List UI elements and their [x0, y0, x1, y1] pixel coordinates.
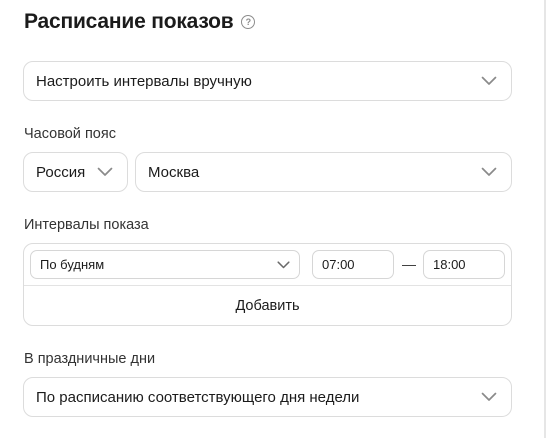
- chevron-down-icon: [481, 392, 497, 402]
- page-title: Расписание показов: [24, 10, 234, 33]
- time-separator: —: [402, 256, 416, 272]
- holidays-label: В праздничные дни: [24, 351, 156, 367]
- chevron-down-icon: [97, 167, 113, 177]
- days-select[interactable]: По будням: [30, 250, 300, 279]
- chevron-down-icon: [277, 260, 290, 269]
- schedule-mode-select[interactable]: Настроить интервалы вручную: [23, 61, 512, 101]
- title-row: Расписание показов ?: [24, 10, 256, 34]
- holidays-select[interactable]: По расписанию соответствующего дня недел…: [23, 377, 512, 417]
- chevron-down-icon: [481, 167, 497, 177]
- intervals-box: По будням 07:00 — 18:00 Добавить: [23, 243, 512, 326]
- add-interval-button[interactable]: Добавить: [24, 286, 511, 326]
- holidays-value: По расписанию соответствующего дня недел…: [36, 388, 360, 406]
- interval-row: По будням 07:00 — 18:00: [24, 244, 511, 286]
- intervals-label: Интервалы показа: [24, 217, 149, 233]
- question-circle-icon[interactable]: ?: [241, 15, 256, 29]
- country-value: Россия: [36, 163, 86, 181]
- time-from-input[interactable]: 07:00: [312, 250, 394, 279]
- timezone-label: Часовой пояс: [24, 126, 116, 142]
- days-value: По будням: [40, 257, 105, 272]
- country-select[interactable]: Россия: [23, 152, 128, 192]
- schedule-panel: Расписание показов ? Настроить интервалы…: [0, 0, 546, 438]
- city-value: Москва: [148, 163, 200, 181]
- schedule-mode-value: Настроить интервалы вручную: [36, 72, 252, 90]
- city-select[interactable]: Москва: [135, 152, 512, 192]
- time-to-input[interactable]: 18:00: [423, 250, 505, 279]
- chevron-down-icon: [481, 76, 497, 86]
